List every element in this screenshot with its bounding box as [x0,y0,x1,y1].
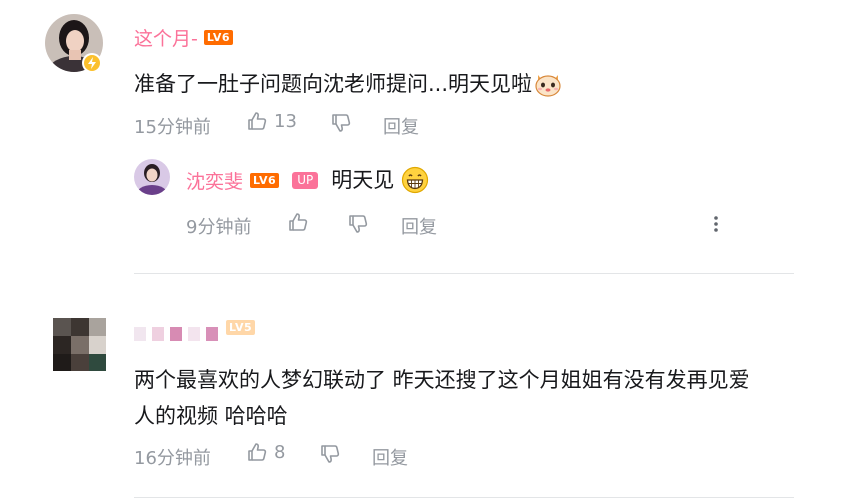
level-badge: LV6 [203,30,234,45]
dislike-button[interactable] [319,443,341,465]
grin-emoji-icon [401,166,429,194]
cat-emoji-icon [534,71,562,97]
divider [134,497,794,498]
username-blurred[interactable] [134,326,218,341]
timestamp: 16分钟前 [134,448,211,469]
thumbs-down-icon [330,112,352,134]
comment-text: 准备了一肚子问题向沈老师提问...明天见啦 [134,72,533,96]
thumbs-up-icon [287,211,309,233]
reply-dislike-button[interactable] [347,213,369,235]
comment-content: 准备了一肚子问题向沈老师提问...明天见啦 [134,66,562,102]
thumbs-up-icon [246,110,268,132]
comment-header: 这个月- LV6 [134,24,234,51]
like-count: 8 [274,441,286,463]
comment-header: LV5 [134,320,256,341]
timestamp: 15分钟前 [134,117,211,138]
dislike-button[interactable] [330,112,352,134]
like-button[interactable]: 8 [246,441,285,463]
avatar-blurred[interactable] [53,318,106,371]
reply-button[interactable]: 回复 [372,444,408,470]
thumbs-down-icon [319,443,341,465]
thumbs-down-icon [347,213,369,235]
like-count: 13 [274,110,297,132]
comment-content: 两个最喜欢的人梦幻联动了 昨天还搜了这个月姐姐有没有发再见爱 人的视频 哈哈哈 [134,362,750,434]
more-vertical-icon [708,213,724,235]
reply-avatar[interactable] [134,159,170,195]
like-button[interactable]: 13 [246,110,297,132]
level-badge: LV5 [226,320,256,335]
level-badge: LV6 [250,172,280,188]
verified-badge [82,53,102,73]
thumbs-up-icon [246,441,268,463]
divider [134,273,794,274]
more-options-button[interactable] [708,213,724,235]
username[interactable]: 这个月- [134,24,198,51]
lightning-icon [84,55,100,71]
comment-text-line2: 人的视频 哈哈哈 [134,404,288,428]
reply-like-button[interactable] [287,211,309,233]
reply-username[interactable]: 沈奕斐 [186,167,243,194]
comment-text-line1: 两个最喜欢的人梦幻联动了 昨天还搜了这个月姐姐有没有发再见爱 [134,368,750,392]
reply-reply-button[interactable]: 回复 [401,213,437,239]
up-badge: UP [292,171,319,189]
reply-button[interactable]: 回复 [383,113,419,139]
reply-text: 明天见 [331,168,395,192]
reply-header: 沈奕斐 LV6 UP 明天见 [186,166,429,194]
reply-timestamp: 9分钟前 [186,217,252,238]
